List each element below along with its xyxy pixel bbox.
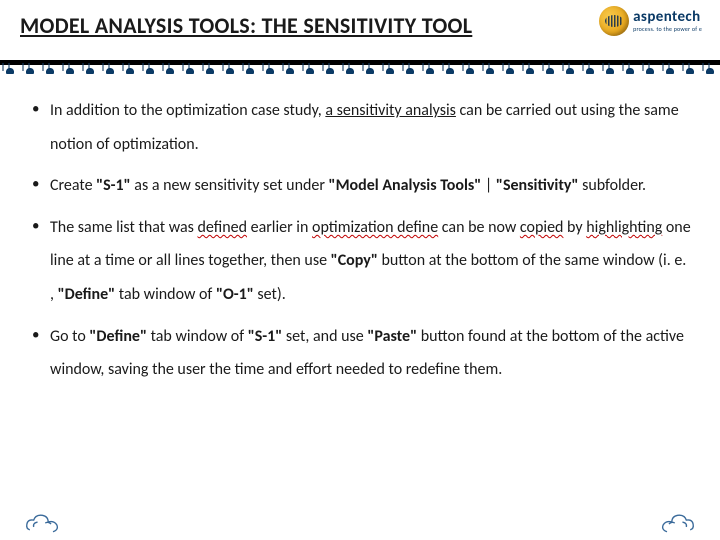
bullet-item: Create "S-1" as a new sensitivity set un… (28, 169, 692, 203)
text-run: earlier in (247, 218, 312, 237)
text-run: can be now (438, 218, 520, 237)
bullet-item: In addition to the optimization case stu… (28, 94, 692, 161)
bullet-list: In addition to the optimization case stu… (28, 94, 692, 387)
text-run: by (563, 218, 586, 237)
decorative-top-border (0, 60, 720, 74)
brand-logo: aspentech process. to the power of e (599, 6, 702, 36)
text-run: highlighting (586, 218, 662, 237)
text-run: copied (520, 218, 564, 237)
logo-icon (599, 6, 629, 36)
slide-title: MODEL ANALYSIS TOOLS: THE SENSITIVITY TO… (20, 12, 700, 39)
brand-tagline: process. to the power of e (633, 25, 702, 33)
text-run: "O-1" (216, 285, 254, 304)
brand-name: aspentech (633, 10, 702, 25)
text-run: | (481, 176, 496, 195)
text-run: defined (198, 218, 247, 237)
text-run: set). (254, 285, 286, 304)
text-run: "S-1" (248, 327, 283, 346)
bullet-item: Go to "Define" tab window of "S-1" set, … (28, 320, 692, 387)
text-run: as a new sensitivity set under (131, 176, 329, 195)
text-run: set, and use (282, 327, 367, 346)
text-run: "Sensitivity" (496, 176, 579, 195)
text-run: "Model Analysis Tools" (329, 176, 482, 195)
text-run: optimization define (312, 218, 438, 237)
text-run: The same list that was (50, 218, 198, 237)
cloud-ornament-icon (638, 512, 696, 536)
text-run: "Copy" (331, 251, 378, 270)
text-run: a sensitivity analysis (325, 101, 456, 120)
text-run: Go to (50, 327, 89, 346)
text-run: Create (50, 176, 96, 195)
cloud-ornament-icon (24, 512, 82, 536)
text-run: "Define" (89, 327, 147, 346)
text-run: In addition to the optimization case stu… (50, 101, 325, 120)
text-run: "S-1" (96, 176, 131, 195)
text-run: subfolder. (578, 176, 646, 195)
slide-body: In addition to the optimization case stu… (0, 74, 720, 387)
decorative-footer (0, 510, 720, 540)
slide-header: MODEL ANALYSIS TOOLS: THE SENSITIVITY TO… (0, 0, 720, 60)
text-run: tab window of (147, 327, 248, 346)
text-run: tab window of (115, 285, 216, 304)
text-run: "Paste" (367, 327, 417, 346)
text-run: "Define" (58, 285, 116, 304)
bullet-item: The same list that was defined earlier i… (28, 211, 692, 312)
